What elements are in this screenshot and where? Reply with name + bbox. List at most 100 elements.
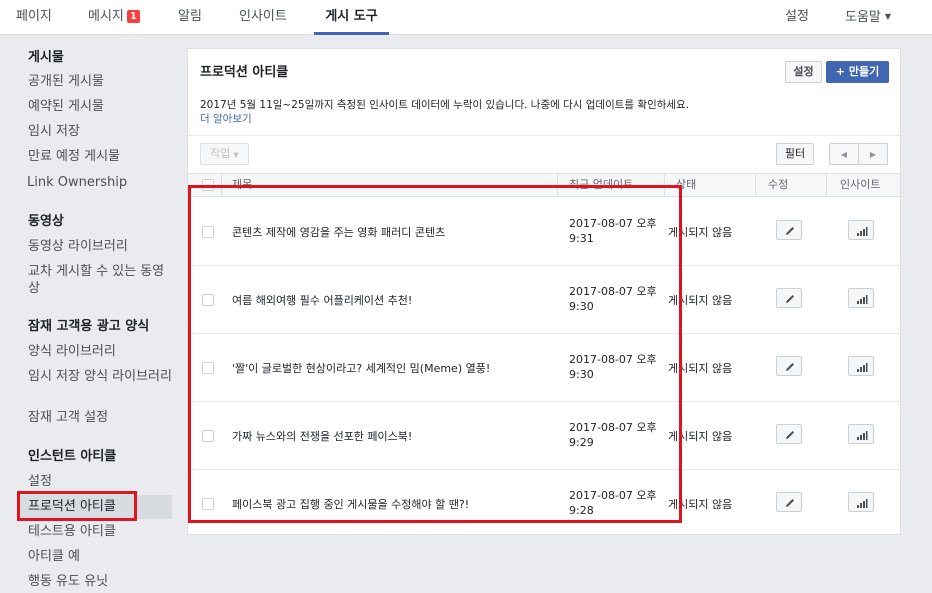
sidebar-item-cta-units[interactable]: 행동 유도 유닛 [28,573,172,590]
settings-link[interactable]: 설정 [785,0,809,35]
learn-more-link[interactable]: 더 알아보기 [200,111,252,126]
row-checkbox[interactable] [202,362,214,374]
article-title[interactable]: 콘텐츠 제작에 영감을 주는 영화 패러디 콘텐츠 [232,224,445,240]
pencil-icon [786,431,794,439]
sidebar-item-development-articles[interactable]: 테스트용 아티클 [28,523,172,540]
row-checkbox[interactable] [202,294,214,306]
divider [188,135,900,136]
edit-button[interactable] [776,356,802,376]
table-row: 여름 해외여행 필수 어플리케이션 추천! 2017-08-07 오후 9:30 … [188,266,900,334]
insights-button[interactable] [848,288,874,308]
sidebar-item-crosspostable-videos[interactable]: 교차 게시할 수 있는 동영상 [28,263,172,297]
next-page-button[interactable]: ▶ [858,143,888,165]
insights-button[interactable] [848,424,874,444]
insights-button[interactable] [848,220,874,240]
time-text: 9:29 [569,436,594,449]
insights-button[interactable] [848,492,874,512]
sidebar-header-instant-articles: 인스턴트 아티클 [28,449,117,464]
sidebar-item-published-posts[interactable]: 공개된 게시물 [28,73,172,90]
page-title: 프로덕션 아티클 [200,65,289,80]
sidebar-header-lead-ads: 잠재 고객용 광고 양식 [28,319,150,334]
article-title[interactable]: '짤'이 글로벌한 현상이라고? 세계적인 밈(Meme) 열풍! [232,360,490,376]
table-row: 가짜 뉴스와의 전쟁을 선포한 페이스북! 2017-08-07 오후 9:29 … [188,402,900,470]
row-checkbox[interactable] [202,430,214,442]
status-text: 게시되지 않음 [668,362,733,375]
edit-button[interactable] [776,288,802,308]
settings-button[interactable]: 설정 [785,61,822,83]
tab-insights[interactable]: 인사이트 [239,0,287,35]
column-separator [755,174,756,196]
sidebar-item-expiring-posts[interactable]: 만료 예정 게시물 [28,148,172,165]
updated-date: 2017-08-07 오후 9:30 [569,284,659,314]
bar-chart-icon [857,499,868,508]
tab-messages[interactable]: 메시지 1 [88,0,140,35]
edit-button[interactable] [776,424,802,444]
sidebar-item-ia-settings[interactable]: 설정 [28,473,172,490]
prev-page-button[interactable]: ◀ [829,143,859,165]
updated-date: 2017-08-07 오후 9:29 [569,420,659,450]
pencil-icon [786,227,794,235]
article-title[interactable]: 페이스북 광고 집행 중인 게시물을 수정해야 할 땐?! [232,496,469,512]
action-label: 작업 [210,147,231,160]
time-text: 9:30 [569,368,594,381]
column-title[interactable]: 제목 [232,174,252,196]
date-text: 2017-08-07 오후 [569,489,657,502]
create-button[interactable]: + 만들기 [826,61,889,83]
sidebar-item-sample-articles[interactable]: 아티클 예 [28,548,172,565]
action-dropdown[interactable]: 작업 ▼ [200,143,249,165]
sidebar-item-lead-settings[interactable]: 잠재 고객 설정 [28,409,172,426]
table-header: 제목 최근 업데이트 상태 수정 인사이트 [188,173,900,197]
row-checkbox[interactable] [202,226,214,238]
status-text: 게시되지 않음 [668,430,733,443]
chevron-right-icon: ▶ [869,150,877,159]
updated-date: 2017-08-07 오후 9:31 [569,216,659,246]
sidebar-item-draft-forms-library[interactable]: 임시 저장 양식 라이브러리 [28,368,172,385]
column-updated[interactable]: 최근 업데이트 [569,174,633,196]
edit-button[interactable] [776,492,802,512]
sidebar-item-production-articles[interactable]: 프로덕션 아티클 [18,495,172,519]
chevron-left-icon: ◀ [840,150,848,159]
sidebar-item-drafts[interactable]: 임시 저장 [28,123,172,140]
tab-publishing-tools[interactable]: 게시 도구 [314,0,389,35]
sidebar-item-link-ownership[interactable]: Link Ownership [27,174,171,191]
help-menu[interactable]: 도움말 ▼ [845,0,891,35]
updated-date: 2017-08-07 오후 9:30 [569,352,659,382]
article-title[interactable]: 가짜 뉴스와의 전쟁을 선포한 페이스북! [232,428,412,444]
sidebar-header-videos: 동영상 [28,214,64,229]
insights-button[interactable] [848,356,874,376]
column-separator [664,174,665,196]
chevron-down-icon: ▼ [884,12,892,21]
pencil-icon [786,295,794,303]
time-text: 9:28 [569,504,594,517]
sidebar: 게시물 공개된 게시물 예약된 게시물 임시 저장 만료 예정 게시물 Link… [0,36,180,593]
date-text: 2017-08-07 오후 [569,285,657,298]
time-text: 9:31 [569,232,594,245]
date-text: 2017-08-07 오후 [569,421,657,434]
pencil-icon [786,363,794,371]
tab-messages-label: 메시지 [88,9,124,24]
article-title[interactable]: 여름 해외여행 필수 어플리케이션 추천! [232,292,412,308]
status-text: 게시되지 않음 [668,294,733,307]
pencil-icon [786,499,794,507]
edit-button[interactable] [776,220,802,240]
table-row: '짤'이 글로벌한 현상이라고? 세계적인 밈(Meme) 열풍! 2017-0… [188,334,900,402]
column-separator [221,174,222,196]
row-checkbox[interactable] [202,498,214,510]
date-text: 2017-08-07 오후 [569,217,657,230]
status-text: 게시되지 않음 [668,226,733,239]
production-articles-panel: 프로덕션 아티클 설정 + 만들기 2017년 5월 11일~25일까지 측정된… [187,48,901,535]
tab-notifications[interactable]: 알림 [178,0,202,35]
sidebar-item-scheduled-posts[interactable]: 예약된 게시물 [28,98,172,115]
help-label: 도움말 [845,10,881,25]
chevron-down-icon: ▼ [233,151,239,159]
sidebar-item-forms-library[interactable]: 양식 라이브러리 [28,343,172,360]
bar-chart-icon [857,227,868,236]
column-separator [557,174,558,196]
filter-button[interactable]: 필터 [776,143,814,165]
bar-chart-icon [857,295,868,304]
column-separator [826,174,827,196]
sidebar-item-video-library[interactable]: 동영상 라이브러리 [28,238,172,255]
column-insights: 인사이트 [840,178,881,191]
tab-page[interactable]: 페이지 [16,0,52,35]
select-all-checkbox[interactable] [202,179,214,191]
